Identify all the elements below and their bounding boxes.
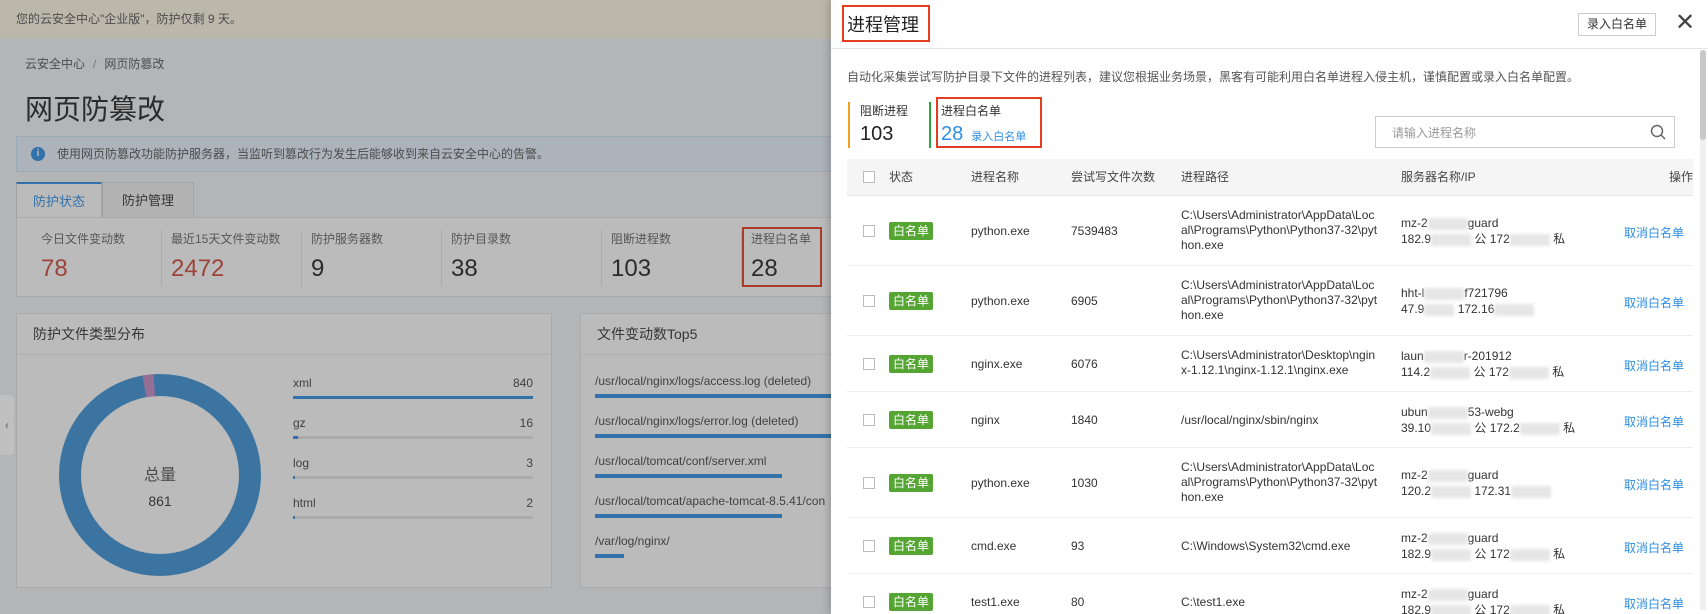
table-row: 白名单 python.exe 6905 C:\Users\Administrat… (847, 266, 1693, 336)
scrollbar-thumb[interactable] (1700, 50, 1706, 140)
status-badge: 白名单 (889, 411, 934, 429)
write-count: 7539483 (1071, 224, 1118, 238)
process-name: test1.exe (971, 595, 1020, 609)
server-info: ubun 53-webg 39.10 公 172.2 私 (1401, 405, 1576, 435)
row-checkbox[interactable] (863, 477, 875, 489)
search-input[interactable] (1376, 117, 1654, 149)
process-path: C:\test1.exe (1181, 595, 1246, 609)
remove-whitelist-link[interactable]: 取消白名单 (1624, 539, 1684, 556)
process-path: C:\Users\Administrator\AppData\Local\Pro… (1181, 278, 1378, 322)
drawer-description: 自动化采集尝试写防护目录下文件的进程列表，建议您根据业务场景，黑客有可能利用白名… (847, 70, 1580, 84)
process-name: nginx (971, 413, 1000, 427)
table-row: 白名单 cmd.exe 93 C:\Windows\System32\cmd.e… (847, 518, 1693, 574)
blocked-process-stat: 阻断进程 103 (848, 102, 908, 148)
write-count: 1840 (1071, 413, 1098, 427)
remove-whitelist-link[interactable]: 取消白名单 (1624, 224, 1684, 241)
table-row: 白名单 nginx.exe 6076 C:\Users\Administrato… (847, 336, 1693, 392)
highlight-box (936, 97, 1042, 148)
table-row: 白名单 python.exe 7539483 C:\Users\Administ… (847, 196, 1693, 266)
chevron-left-icon[interactable]: ‹ (0, 395, 14, 455)
process-name: nginx.exe (971, 357, 1023, 371)
column-header: 操作 (1669, 170, 1694, 184)
process-path: C:\Windows\System32\cmd.exe (1181, 539, 1351, 553)
scrollbar[interactable] (1700, 50, 1706, 610)
write-count: 93 (1071, 539, 1085, 553)
remove-whitelist-link[interactable]: 取消白名单 (1624, 413, 1684, 430)
column-header: 服务器名称/IP (1401, 170, 1476, 184)
status-badge: 白名单 (889, 593, 934, 611)
table-row: 白名单 python.exe 1030 C:\Users\Administrat… (847, 448, 1693, 518)
row-checkbox[interactable] (863, 358, 875, 370)
table-row: 白名单 nginx 1840 /usr/local/nginx/sbin/ngi… (847, 392, 1693, 448)
process-path: C:\Users\Administrator\AppData\Local\Pro… (1181, 208, 1378, 252)
column-header: 进程名称 (971, 170, 1020, 184)
table-header: 状态 进程名称 尝试写文件次数 进程路径 服务器名称/IP 操作 (847, 159, 1693, 196)
column-header: 状态 (889, 170, 914, 184)
write-count: 80 (1071, 595, 1085, 609)
remove-whitelist-link[interactable]: 取消白名单 (1624, 476, 1684, 493)
server-info: hht-l f721796 47.9 172.16 (1401, 285, 1601, 317)
add-whitelist-button[interactable]: 录入白名单 (1578, 13, 1656, 36)
server-info: mz-2 guard 120.2 172.31 (1401, 467, 1601, 499)
row-checkbox[interactable] (863, 414, 875, 426)
process-table: 状态 进程名称 尝试写文件次数 进程路径 服务器名称/IP 操作 白名单 pyt… (847, 159, 1693, 614)
write-count: 6905 (1071, 294, 1098, 308)
process-name: python.exe (971, 294, 1030, 308)
process-search (1375, 116, 1675, 149)
write-count: 6076 (1071, 357, 1098, 371)
remove-whitelist-link[interactable]: 取消白名单 (1624, 294, 1684, 311)
process-name: cmd.exe (971, 539, 1017, 553)
status-badge: 白名单 (889, 355, 934, 373)
search-icon[interactable] (1650, 124, 1666, 140)
server-info: laun r-201912 114.2 公 172 私 (1401, 349, 1565, 379)
server-info: mz-2 guard 182.9 公 172 私 (1401, 531, 1566, 561)
remove-whitelist-link[interactable]: 取消白名单 (1624, 357, 1684, 374)
modal-overlay[interactable] (0, 0, 831, 614)
process-name: python.exe (971, 224, 1030, 238)
row-checkbox[interactable] (863, 295, 875, 307)
write-count: 1030 (1071, 476, 1098, 490)
status-badge: 白名单 (889, 474, 934, 492)
process-path: C:\Users\Administrator\AppData\Local\Pro… (1181, 460, 1378, 504)
process-path: /usr/local/nginx/sbin/nginx (1181, 413, 1319, 427)
server-info: mz-2 guard 182.9 公 172 私 (1401, 586, 1601, 614)
column-header: 进程路径 (1181, 170, 1230, 184)
process-path: C:\Users\Administrator\Desktop\nginx-1.1… (1181, 348, 1376, 377)
row-checkbox[interactable] (863, 540, 875, 552)
select-all-checkbox[interactable] (863, 171, 875, 183)
process-name: python.exe (971, 476, 1030, 490)
remove-whitelist-link[interactable]: 取消白名单 (1624, 595, 1684, 612)
status-badge: 白名单 (889, 292, 934, 310)
process-management-drawer: 进程管理 录入白名单 ✕ 自动化采集尝试写防护目录下文件的进程列表，建议您根据业… (831, 0, 1708, 614)
row-checkbox[interactable] (863, 596, 875, 608)
status-badge: 白名单 (889, 537, 934, 555)
close-icon[interactable]: ✕ (1673, 9, 1697, 37)
table-row: 白名单 test1.exe 80 C:\test1.exe mz-2 guard … (847, 574, 1693, 614)
status-badge: 白名单 (889, 222, 934, 240)
drawer-title: 进程管理 (847, 15, 919, 35)
server-info: mz-2 guard 182.9 公 172 私 (1401, 216, 1566, 246)
column-header: 尝试写文件次数 (1071, 170, 1156, 184)
divider (831, 48, 1708, 49)
row-checkbox[interactable] (863, 225, 875, 237)
